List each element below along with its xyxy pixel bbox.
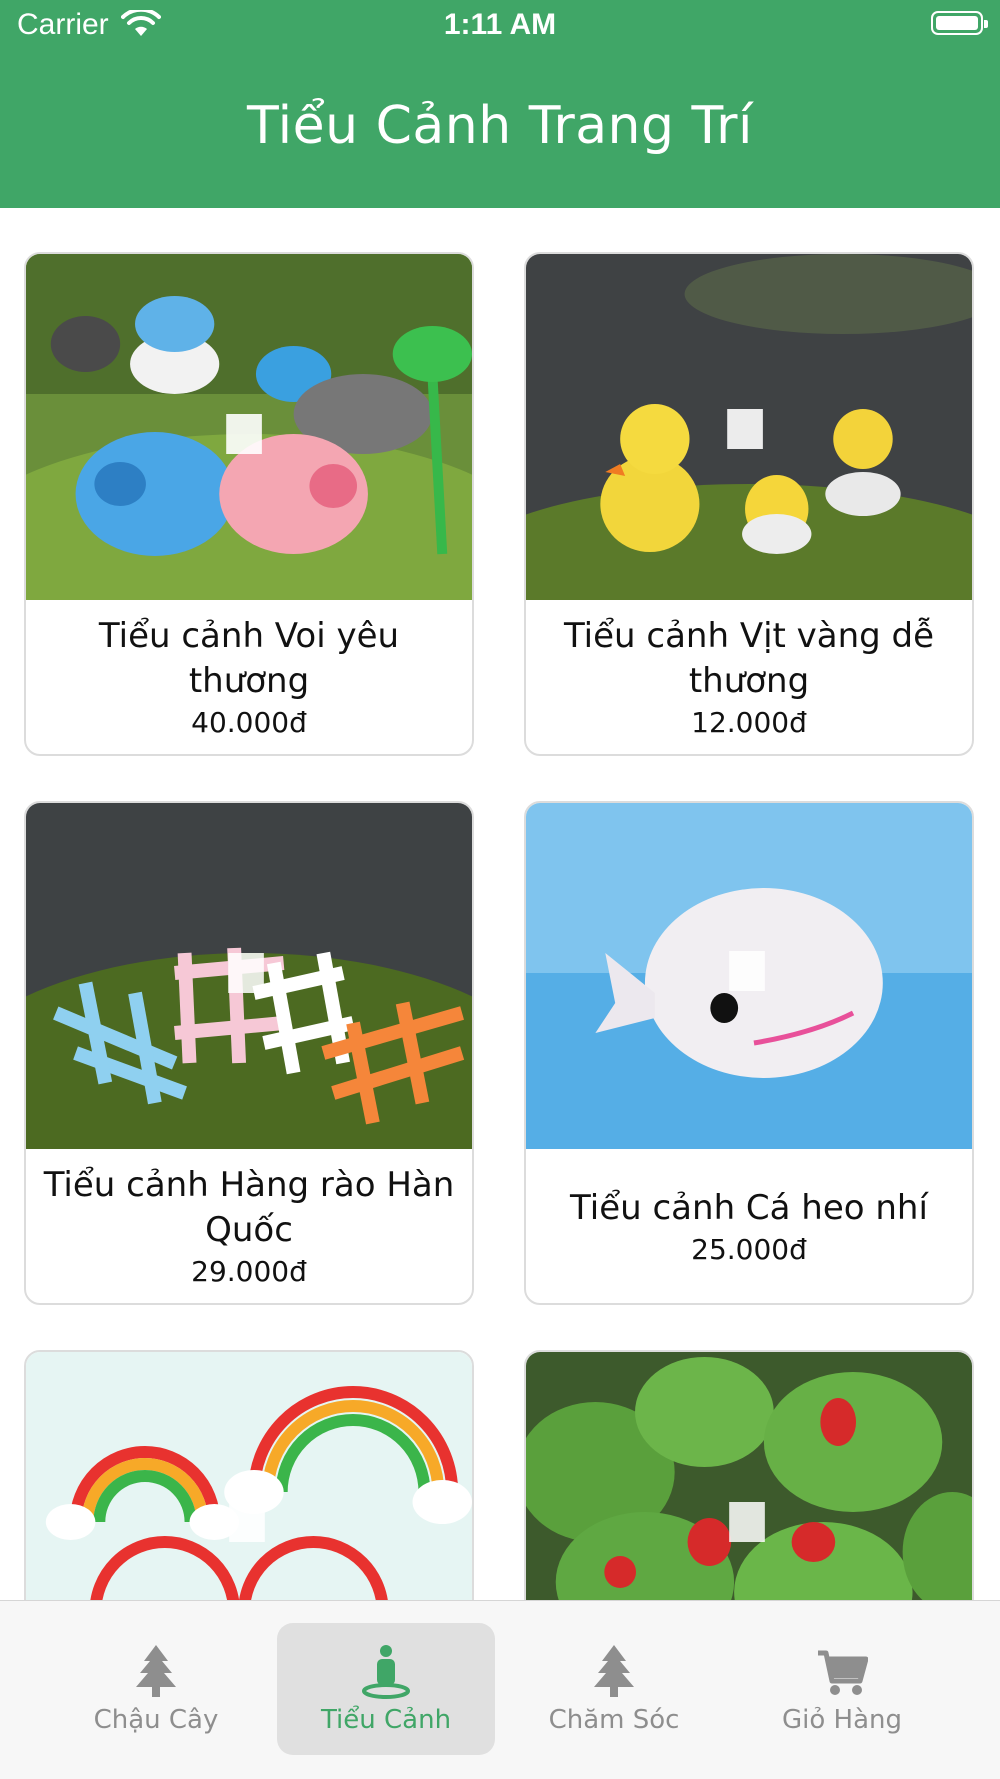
battery-icon: [931, 11, 988, 35]
tab-label: Giỏ Hàng: [781, 1705, 902, 1735]
tab-label: Tiểu Cảnh: [320, 1705, 452, 1735]
bottom-tab-bar: Chậu Cây Tiểu Cảnh Chăm Sóc Giỏ Hàng: [0, 1600, 1000, 1779]
product-name: Tiểu cảnh Cá heo nhí: [570, 1187, 928, 1228]
tree-icon: [136, 1645, 176, 1697]
product-price: 40.000đ: [191, 706, 307, 739]
cart-icon: [818, 1650, 868, 1695]
navigation-header: Carrier 1:11 AM Tiểu Cảnh Trang Trí: [0, 0, 1000, 208]
product-card[interactable]: Tiểu cảnh Voi yêu thương 40.000đ: [24, 252, 474, 756]
tab-label: Chậu Cây: [93, 1705, 219, 1735]
product-info: Tiểu cảnh Voi yêu thương 40.000đ: [26, 600, 472, 754]
product-image: [526, 254, 972, 600]
product-price: 29.000đ: [191, 1255, 307, 1288]
product-info: Tiểu cảnh Cá heo nhí 25.000đ: [526, 1149, 972, 1303]
product-image: [26, 254, 472, 600]
product-name: Tiểu cảnh Voi yêu thương: [98, 616, 400, 701]
product-image: [526, 1352, 972, 1600]
product-card[interactable]: [524, 1350, 974, 1600]
product-image: [526, 803, 972, 1149]
product-card[interactable]: Tiểu cảnh Vịt vàng dễ thương 12.000đ: [524, 252, 974, 756]
product-name: Tiểu cảnh Vịt vàng dễ thương: [563, 616, 935, 701]
product-price: 12.000đ: [691, 706, 807, 739]
page-title: Tiểu Cảnh Trang Trí: [246, 96, 753, 156]
product-price: 25.000đ: [691, 1232, 807, 1266]
product-image: [26, 1352, 472, 1600]
tab-tieu-canh[interactable]: Tiểu Cảnh: [277, 1623, 495, 1755]
status-bar: Carrier 1:11 AM: [0, 0, 1000, 50]
figure-icon: [362, 1645, 410, 1699]
product-image: [26, 803, 472, 1149]
tab-gio-hang[interactable]: Giỏ Hàng: [733, 1623, 951, 1755]
tab-cham-soc[interactable]: Chăm Sóc: [505, 1623, 723, 1755]
product-card[interactable]: Tiểu cảnh Cá heo nhí 25.000đ: [524, 801, 974, 1305]
clock-label: 1:11 AM: [443, 8, 557, 41]
product-name: Tiểu cảnh Hàng rào Hàn Quốc: [43, 1165, 455, 1250]
product-grid[interactable]: Tiểu cảnh Voi yêu thương 40.000đ Tiểu cả…: [0, 208, 1000, 1600]
tab-label: Chăm Sóc: [548, 1705, 680, 1735]
product-info: Tiểu cảnh Hàng rào Hàn Quốc 29.000đ: [26, 1149, 472, 1303]
product-card[interactable]: [24, 1350, 474, 1600]
tab-chau-cay[interactable]: Chậu Cây: [47, 1623, 265, 1755]
product-info: Tiểu cảnh Vịt vàng dễ thương 12.000đ: [526, 600, 972, 754]
tree-icon: [594, 1645, 634, 1697]
product-card[interactable]: Tiểu cảnh Hàng rào Hàn Quốc 29.000đ: [24, 801, 474, 1305]
